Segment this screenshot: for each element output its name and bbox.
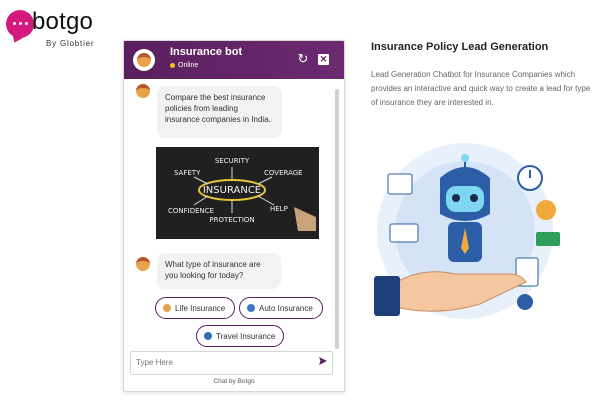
bot-face-icon (137, 53, 151, 67)
refresh-icon[interactable]: ↻ (296, 52, 310, 66)
option-label: Life Insurance (175, 303, 226, 313)
bot-message-avatar (136, 84, 150, 98)
page-description: Lead Generation Chatbot for Insurance Co… (371, 70, 591, 107)
option-label: Travel Insurance (216, 331, 276, 341)
option-auto-insurance[interactable]: Auto Insurance (239, 297, 323, 319)
bot-avatar (133, 49, 155, 71)
chat-header: Insurance bot Online ↻ ✕ (124, 41, 344, 79)
scrollbar[interactable] (335, 89, 339, 349)
image-word-bottom: PROTECTION (209, 216, 254, 224)
page-title: Insurance Policy Lead Generation (371, 41, 549, 53)
botgo-logo: botgo By Globtier (6, 6, 116, 50)
send-icon[interactable] (318, 356, 328, 366)
person-icon (163, 304, 171, 312)
image-word-right-top: COVERAGE (264, 169, 303, 177)
message-input[interactable]: Type Here (130, 351, 333, 375)
robot-illustration (374, 143, 560, 319)
bot-message: What type of insurance are you looking f… (157, 253, 281, 289)
car-icon (247, 304, 255, 312)
image-word-top: SECURITY (215, 157, 250, 165)
image-word-left-top: SAFETY (174, 169, 201, 177)
insurance-mindmap-image: INSURANCE SECURITY SAFETY COVERAGE CONFI… (156, 147, 319, 239)
globe-icon (204, 332, 212, 340)
status-text: Online (178, 62, 199, 69)
option-label: Auto Insurance (259, 303, 313, 313)
bot-name: Insurance bot (170, 46, 243, 58)
image-word-center: INSURANCE (203, 185, 261, 196)
brand-tagline: By Globtier (46, 39, 95, 48)
brand-name: botgo (32, 8, 94, 35)
chat-footer: Chat by Botgo (213, 378, 255, 385)
image-word-right-bottom: HELP (270, 205, 288, 213)
option-travel-insurance[interactable]: Travel Insurance (196, 325, 284, 347)
option-life-insurance[interactable]: Life Insurance (155, 297, 235, 319)
image-word-left-bottom: CONFIDENCE (168, 207, 214, 215)
bot-message-avatar (136, 257, 150, 271)
status-dot-icon (170, 63, 175, 68)
online-status: Online (170, 62, 198, 69)
dots-icon (13, 22, 29, 26)
bot-message: Compare the best insurance policies from… (157, 86, 282, 138)
chat-widget: Insurance bot Online ↻ ✕ Compare the bes… (123, 40, 345, 392)
close-icon[interactable]: ✕ (318, 54, 329, 65)
